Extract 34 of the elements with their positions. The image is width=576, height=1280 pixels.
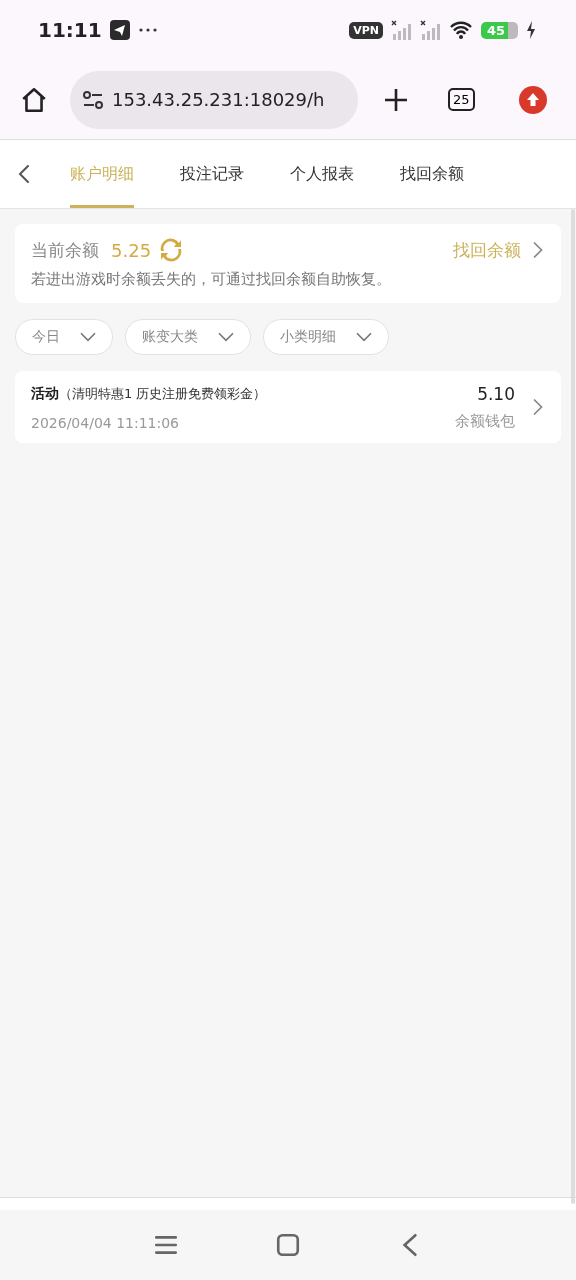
address-bar[interactable]: 153.43.25.231:18029/h bbox=[70, 70, 358, 129]
tab-count-button[interactable]: 25 bbox=[448, 88, 475, 111]
new-tab-plus-icon[interactable] bbox=[384, 87, 408, 112]
filter-dropdown[interactable]: 账变大类 bbox=[125, 319, 251, 355]
tab[interactable]: 找回余额 bbox=[400, 140, 464, 208]
charging-bolt-icon bbox=[526, 21, 536, 39]
vpn-badge: VPN bbox=[349, 21, 383, 39]
record-detail: （清明特惠1 历史注册免费领彩金） bbox=[59, 386, 267, 401]
home-square-icon[interactable] bbox=[275, 1232, 301, 1258]
record-amount: 5.10 bbox=[477, 383, 515, 404]
tab[interactable]: 个人报表 bbox=[290, 140, 354, 208]
record-time: 2026/04/04 11:11:06 bbox=[31, 415, 181, 431]
paper-plane-icon bbox=[109, 20, 130, 40]
site-settings-icon bbox=[82, 89, 104, 110]
clock-time: 11:11 bbox=[38, 18, 102, 42]
wifi-icon bbox=[448, 20, 473, 40]
signal-icon bbox=[390, 19, 412, 41]
chevron-right-icon bbox=[531, 397, 545, 417]
balance-label: 当前余额 bbox=[31, 238, 99, 262]
tab[interactable]: 投注记录 bbox=[180, 140, 244, 208]
battery-level: 45 bbox=[480, 21, 518, 39]
filter-dropdown[interactable]: 今日 bbox=[15, 319, 113, 355]
more-dots-icon bbox=[137, 27, 158, 33]
filter-dropdown[interactable]: 小类明细 bbox=[263, 319, 389, 355]
signal-icon bbox=[419, 19, 441, 41]
chevron-right-icon[interactable] bbox=[531, 240, 545, 260]
back-chevron-icon[interactable] bbox=[18, 164, 30, 184]
record-card[interactable]: 活动（清明特惠1 历史注册免费领彩金） 2026/04/04 11:11:06 5.10 余额钱包 bbox=[15, 371, 561, 443]
record-title: 活动 bbox=[31, 385, 59, 401]
balance-amount: 5.25 bbox=[111, 239, 152, 261]
home-icon[interactable] bbox=[20, 85, 48, 114]
url-text: 153.43.25.231:18029/h bbox=[112, 89, 325, 110]
wallet-name: 余额钱包 bbox=[455, 411, 515, 431]
balance-note: 若进出游戏时余额丢失的，可通过找回余额自助恢复。 bbox=[31, 270, 392, 289]
